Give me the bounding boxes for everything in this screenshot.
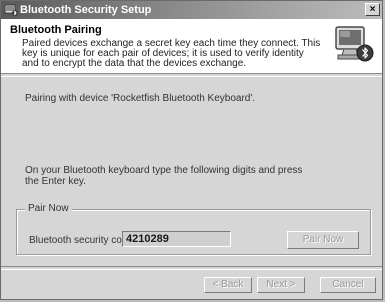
header-description: Paired devices exchange a secret key eac… [22, 38, 321, 69]
group-legend: Pair Now [25, 203, 72, 214]
next-button[interactable]: Next > [257, 277, 305, 293]
pairing-message: Pairing with device 'Rocketfish Bluetoot… [25, 93, 256, 104]
wizard-header: Bluetooth Pairing Paired devices exchang… [1, 19, 382, 73]
title-bar[interactable]: Bluetooth Security Setup × [1, 1, 382, 19]
footer-divider [1, 266, 382, 270]
cancel-button[interactable]: Cancel [320, 277, 376, 293]
bluetooth-setup-icon [4, 3, 18, 17]
pair-now-button[interactable]: Pair Now [287, 231, 359, 249]
back-button[interactable]: < Back [204, 277, 252, 293]
header-title: Bluetooth Pairing [10, 24, 102, 36]
pair-now-group: Pair Now Bluetooth security code: 421028… [16, 203, 371, 255]
close-icon: × [369, 4, 376, 15]
security-code-field[interactable]: 4210289 [122, 231, 231, 247]
security-code-label: Bluetooth security code: [29, 235, 136, 246]
computer-bluetooth-icon [332, 23, 376, 67]
bluetooth-security-setup-dialog: Bluetooth Security Setup × Bluetooth Pai… [0, 0, 383, 300]
header-divider [1, 73, 382, 77]
instruction-text: On your Bluetooth keyboard type the foll… [25, 165, 303, 187]
window-title: Bluetooth Security Setup [20, 4, 152, 16]
close-button[interactable]: × [365, 3, 380, 16]
